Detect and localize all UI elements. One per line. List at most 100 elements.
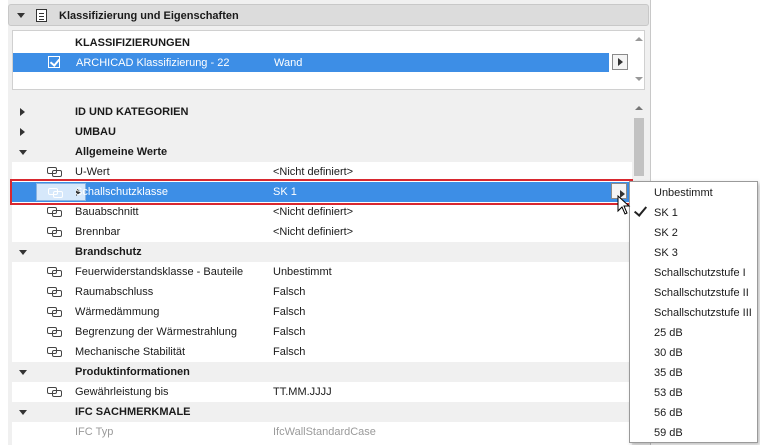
property-value[interactable]: Falsch <box>273 306 305 318</box>
link-icon[interactable] <box>47 287 62 297</box>
dropdown-option-label: 30 dB <box>654 347 683 359</box>
dropdown-option-label: 25 dB <box>654 327 683 339</box>
dropdown-option-label: 59 dB <box>654 427 683 439</box>
property-value[interactable]: Unbestimmt <box>273 266 332 278</box>
mouse-cursor-icon <box>617 195 631 215</box>
link-icon[interactable] <box>47 167 62 177</box>
property-row[interactable]: Bauabschnitt <Nicht definiert> <box>12 202 632 222</box>
classification-menu-button[interactable] <box>612 54 628 70</box>
collapse-arrow-icon[interactable] <box>19 250 27 255</box>
property-row[interactable]: IFC Typ IfcWallStandardCase <box>12 422 632 442</box>
property-name: Bauabschnitt <box>75 206 139 218</box>
expand-arrow-icon[interactable] <box>20 108 25 116</box>
property-row[interactable]: Raumabschluss Falsch <box>12 282 632 302</box>
property-name: Wärmedämmung <box>75 306 160 318</box>
property-value[interactable]: Falsch <box>273 326 305 338</box>
classifications-box: KLASSIFIZIERUNGEN ARCHICAD Klassifizieru… <box>12 30 645 90</box>
dropdown-option[interactable]: 30 dB <box>630 342 757 362</box>
property-row[interactable]: Wärmedämmung Falsch <box>12 302 632 322</box>
dropdown-option[interactable]: 56 dB <box>630 402 757 422</box>
dropdown-option[interactable]: Schallschutzstufe II <box>630 282 757 302</box>
scrollbar-thumb[interactable] <box>634 118 644 176</box>
link-icon[interactable] <box>47 227 62 237</box>
classifications-scrollbar[interactable] <box>633 31 645 89</box>
property-group[interactable]: UMBAU <box>12 122 632 142</box>
dropdown-option-label: Schallschutzstufe I <box>654 267 746 279</box>
dropdown-option-label: 56 dB <box>654 407 683 419</box>
dropdown-option-label: Schallschutzstufe III <box>654 307 752 319</box>
properties-list: ID UND KATEGORIEN UMBAU Allgemeine Werte U-… <box>12 102 632 445</box>
scroll-up-icon[interactable] <box>635 37 643 41</box>
dropdown-option[interactable]: SK 3 <box>630 242 757 262</box>
dropdown-option[interactable]: 59 dB <box>630 422 757 442</box>
link-icon[interactable] <box>47 387 62 397</box>
document-icon <box>36 9 47 22</box>
collapse-arrow-icon[interactable] <box>19 410 27 415</box>
property-value[interactable]: Falsch <box>273 286 305 298</box>
classifications-heading: KLASSIFIZIERUNGEN <box>75 37 190 49</box>
dropdown-option[interactable]: 35 dB <box>630 362 757 382</box>
dropdown-option[interactable]: Schallschutzstufe III <box>630 302 757 322</box>
value-dropdown[interactable]: Unbestimmt SK 1 SK 2 SK 3 Schallschutzstufe … <box>629 181 758 443</box>
property-name: Begrenzung der Wärmestrahlung <box>75 326 238 338</box>
dropdown-option-label: Unbestimmt <box>654 187 713 199</box>
property-name: U-Wert <box>75 166 110 178</box>
property-name: UMBAU <box>75 126 116 138</box>
property-value[interactable]: Falsch <box>273 346 305 358</box>
dropdown-option[interactable]: 25 dB <box>630 322 757 342</box>
section-header[interactable]: Klassifizierung und Eigenschaften <box>8 4 649 26</box>
dropdown-option-label: SK 1 <box>654 207 678 219</box>
expand-arrow-icon[interactable] <box>20 128 25 136</box>
property-group[interactable]: Produktinformationen <box>12 362 632 382</box>
property-value[interactable]: IfcWallStandardCase <box>273 426 376 438</box>
property-group[interactable]: Brandschutz <box>12 242 632 262</box>
property-group[interactable]: IFC SACHMERKMALE <box>12 402 632 422</box>
dropdown-option[interactable]: SK 1 <box>630 202 757 222</box>
property-name: Mechanische Stabilität <box>75 346 186 358</box>
property-row[interactable]: Mechanische Stabilität Falsch <box>12 342 632 362</box>
collapse-arrow-icon[interactable] <box>19 370 27 375</box>
link-icon[interactable] <box>47 347 62 357</box>
property-row[interactable]: Feuerwiderstandsklasse - Bauteile Unbesti… <box>12 262 632 282</box>
property-row[interactable]: Brennbar <Nicht definiert> <box>12 222 632 242</box>
classification-system: ARCHICAD Klassifizierung - 22 <box>76 57 230 69</box>
classification-checkbox[interactable] <box>48 56 60 68</box>
collapse-arrow-icon[interactable] <box>17 13 25 18</box>
link-icon[interactable] <box>47 307 62 317</box>
dropdown-option-label: 53 dB <box>654 387 683 399</box>
dropdown-option[interactable]: SK 2 <box>630 222 757 242</box>
property-name: Feuerwiderstandsklasse - Bauteile <box>75 266 244 278</box>
scroll-up-icon[interactable] <box>635 106 643 110</box>
dropdown-option-label: SK 3 <box>654 247 678 259</box>
property-group[interactable]: Allgemeine Werte <box>12 142 632 162</box>
property-row[interactable]: Gewährleistung bis TT.MM.JJJJ <box>12 382 632 402</box>
property-name: Gewährleistung bis <box>75 386 169 398</box>
link-icon[interactable] <box>47 327 62 337</box>
property-name: Raumabschluss <box>75 286 154 298</box>
dropdown-option[interactable]: 53 dB <box>630 382 757 402</box>
dropdown-option-label: 35 dB <box>654 367 683 379</box>
property-group[interactable]: ID UND KATEGORIEN <box>12 102 632 122</box>
property-value[interactable]: TT.MM.JJJJ <box>273 386 332 398</box>
classification-row[interactable]: ARCHICAD Klassifizierung - 22 Wand <box>13 53 609 72</box>
property-name: Produktinformationen <box>75 366 190 378</box>
property-value[interactable]: <Nicht definiert> <box>273 226 353 238</box>
property-value[interactable]: <Nicht definiert> <box>273 166 353 178</box>
collapse-arrow-icon[interactable] <box>19 150 27 155</box>
property-value[interactable]: <Nicht definiert> <box>273 206 353 218</box>
property-name: IFC Typ <box>75 426 114 438</box>
dropdown-option[interactable]: Schallschutzstufe I <box>630 262 757 282</box>
property-name: Allgemeine Werte <box>75 146 168 158</box>
dropdown-option[interactable]: Unbestimmt <box>630 182 757 202</box>
classification-value: Wand <box>274 57 303 69</box>
dropdown-option-label: Schallschutzstufe II <box>654 287 749 299</box>
scroll-down-icon[interactable] <box>635 77 643 81</box>
link-icon[interactable] <box>47 207 62 217</box>
section-title: Klassifizierung und Eigenschaften <box>59 10 239 22</box>
property-row[interactable]: Begrenzung der Wärmestrahlung Falsch <box>12 322 632 342</box>
property-name: Brandschutz <box>75 246 142 258</box>
property-name: IFC SACHMERKMALE <box>75 406 191 418</box>
property-name: ID UND KATEGORIEN <box>75 106 189 118</box>
link-icon[interactable] <box>47 267 62 277</box>
dropdown-option-label: SK 2 <box>654 227 678 239</box>
